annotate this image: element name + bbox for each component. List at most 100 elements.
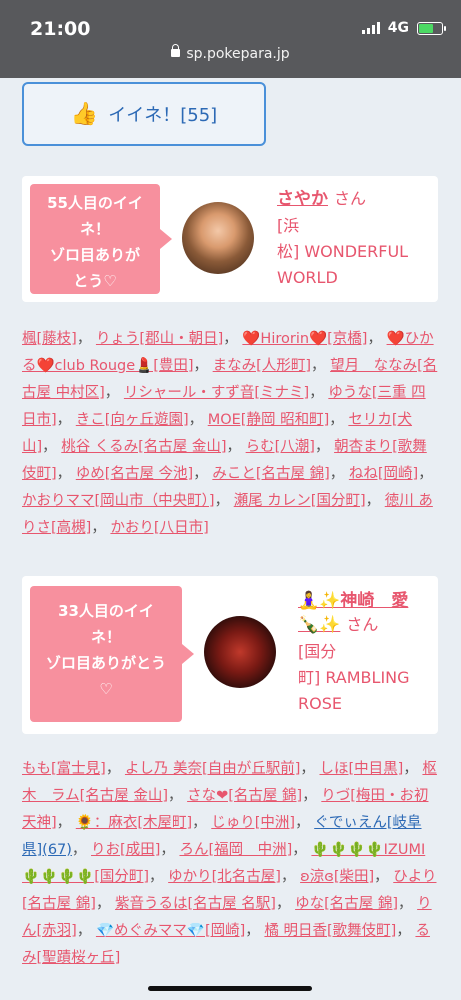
liker-link[interactable]: 🌻：麻衣[木屋町] bbox=[76, 815, 192, 831]
liker-link[interactable]: まなみ[人形町] bbox=[213, 358, 311, 374]
liker-link[interactable]: ゆかり[北名古屋] bbox=[168, 869, 281, 885]
honorific: さん bbox=[334, 189, 367, 208]
separator: ， bbox=[160, 842, 180, 858]
separator: ， bbox=[104, 385, 124, 401]
bubble-line: ゾロ目ありがとう bbox=[45, 654, 166, 672]
separator: ， bbox=[76, 331, 96, 347]
separator: ， bbox=[398, 896, 418, 912]
separator: ， bbox=[42, 439, 62, 455]
liker-link[interactable]: りお[成田] bbox=[91, 842, 160, 858]
bubble-line: ネ！ bbox=[90, 628, 121, 646]
thanks-bubble: 33人目のイイ ネ！ ゾロ目ありがとう ♡ bbox=[30, 586, 194, 722]
liker-link[interactable]: リシャール・すず音[ミナミ] bbox=[124, 385, 309, 401]
battery-icon bbox=[417, 21, 446, 35]
status-bar: 21:00 4G sp.pokepara.jp bbox=[0, 0, 461, 78]
status-icons: 4G bbox=[361, 20, 446, 36]
like-button[interactable]: 👍 イイネ！[55] bbox=[22, 82, 266, 146]
separator: ， bbox=[275, 896, 296, 912]
liker-link[interactable]: ʚ涼ɞ[柴田] bbox=[300, 869, 374, 885]
liker-link[interactable]: 💎めぐみママ💎[岡崎] bbox=[96, 923, 245, 939]
separator: ， bbox=[188, 412, 208, 428]
home-indicator[interactable] bbox=[148, 986, 312, 991]
like-card: 33人目のイイ ネ！ ゾロ目ありがとう ♡ 🧘‍♀️✨神崎 愛 🍾✨ さん [国分… bbox=[22, 576, 438, 734]
liker-link[interactable]: ねね[岡崎] bbox=[349, 466, 418, 482]
separator: ， bbox=[214, 493, 234, 509]
liker-link[interactable]: じゅり[中洲] bbox=[211, 815, 295, 831]
liker-link[interactable]: りょう[郡山・朝日] bbox=[96, 331, 223, 347]
page-content: 👍 イイネ！[55] 55人目のイイ ネ！ ゾロ目ありが とう♡ さやか さん [… bbox=[0, 78, 461, 1000]
like-card: 55人目のイイ ネ！ ゾロ目ありが とう♡ さやか さん [浜 松] WONDER… bbox=[22, 176, 438, 302]
liker-link[interactable]: よし乃 美奈[自由が丘駅前] bbox=[125, 761, 300, 777]
thumbs-up-icon: 👍 bbox=[70, 101, 99, 127]
separator: ， bbox=[95, 896, 116, 912]
liker-link[interactable]: らむ[八潮] bbox=[246, 439, 315, 455]
bubble-line: ♡ bbox=[99, 680, 113, 698]
separator: ， bbox=[223, 331, 243, 347]
liker-link[interactable]: きこ[向ヶ丘遊園] bbox=[76, 412, 189, 428]
separator: ， bbox=[168, 788, 188, 804]
liker-link[interactable]: しほ[中目黒] bbox=[319, 761, 403, 777]
status-time: 21:00 bbox=[30, 18, 91, 40]
avatar[interactable] bbox=[204, 616, 276, 688]
separator: ， bbox=[367, 331, 387, 347]
liker-link[interactable]: 楓[藤枝] bbox=[22, 331, 77, 347]
liker-link[interactable]: MOE[静岡 昭和町] bbox=[208, 412, 330, 428]
separator: ， bbox=[310, 358, 331, 374]
separator: ， bbox=[91, 520, 111, 536]
liker-link[interactable]: ゆな[名古屋 錦] bbox=[295, 896, 398, 912]
separator: ， bbox=[280, 869, 301, 885]
liker-link[interactable]: ❤️Hirorin❤️[京橋] bbox=[242, 331, 367, 347]
shop-line: 松] WONDERFUL bbox=[277, 242, 409, 261]
separator: ， bbox=[374, 869, 394, 885]
bubble-line: ネ！ bbox=[79, 220, 110, 238]
cast-info: さやか さん [浜 松] WONDERFUL WORLD bbox=[277, 184, 435, 291]
avatar[interactable] bbox=[182, 202, 254, 274]
separator: ， bbox=[149, 869, 169, 885]
separator: ， bbox=[314, 439, 335, 455]
liker-link[interactable]: 紫音うるは[名古屋 名駅] bbox=[115, 896, 276, 912]
url-bar[interactable]: sp.pokepara.jp bbox=[0, 44, 461, 62]
separator: ， bbox=[329, 466, 349, 482]
liker-link[interactable]: さな❤[名古屋 錦] bbox=[187, 788, 302, 804]
cast-info: 🧘‍♀️✨神崎 愛 🍾✨ さん [国分 町] RAMBLING ROSE bbox=[298, 586, 438, 717]
cast-name-link[interactable]: 🧘‍♀️✨神崎 愛 bbox=[298, 591, 408, 611]
liker-link[interactable]: 橘 明日香[歌舞伎町] bbox=[264, 923, 396, 939]
shop-line: ROSE bbox=[298, 694, 342, 713]
separator: ， bbox=[193, 358, 213, 374]
separator: ， bbox=[105, 761, 125, 777]
url-text: sp.pokepara.jp bbox=[186, 46, 290, 62]
shop-line: 町] RAMBLING bbox=[298, 668, 410, 687]
liker-link[interactable]: もも[富士見] bbox=[22, 761, 106, 777]
liker-link[interactable]: かおり[八日市] bbox=[110, 520, 208, 536]
like-button-label: イイネ！[55] bbox=[108, 105, 218, 126]
liker-link[interactable]: 瀬尾 カレン[国分町] bbox=[234, 493, 366, 509]
separator: ， bbox=[56, 815, 76, 831]
liker-link[interactable]: ろん[福岡 中洲] bbox=[179, 842, 292, 858]
shop-name: [浜 松] WONDERFUL WORLD bbox=[277, 213, 435, 291]
separator: ， bbox=[309, 385, 329, 401]
shop-line: [国分 bbox=[298, 642, 337, 661]
separator: ， bbox=[193, 466, 213, 482]
separator: ， bbox=[71, 842, 92, 858]
separator: ， bbox=[396, 923, 416, 939]
shop-line: [浜 bbox=[277, 216, 300, 235]
liker-link[interactable]: 桃谷 くるみ[名古屋 金山] bbox=[61, 439, 226, 455]
liker-link[interactable]: ゆめ[名古屋 今池] bbox=[76, 466, 193, 482]
liker-link[interactable]: みこと[名古屋 錦] bbox=[212, 466, 329, 482]
separator: ， bbox=[418, 466, 433, 482]
shop-line: WORLD bbox=[277, 268, 338, 287]
cast-name-link[interactable]: さやか bbox=[277, 189, 328, 209]
signal-icon bbox=[361, 22, 380, 34]
liker-link[interactable]: かおりママ[岡山市（中央町）] bbox=[22, 493, 215, 509]
thanks-bubble: 55人目のイイ ネ！ ゾロ目ありが とう♡ bbox=[30, 184, 172, 294]
separator: ， bbox=[56, 412, 76, 428]
liker-list: もも[富士見]， よし乃 美奈[自由が丘駅前]， しほ[中目黒]， 枢木 ラム[… bbox=[22, 756, 440, 972]
cast-name-link[interactable]: 🍾✨ bbox=[298, 615, 340, 635]
separator: ， bbox=[226, 439, 246, 455]
bubble-line: 55人目のイイ bbox=[47, 194, 143, 212]
separator: ， bbox=[76, 923, 96, 939]
liker-list: 楓[藤枝]， りょう[郡山・朝日]， ❤️Hirorin❤️[京橋]， ❤️ひか… bbox=[22, 326, 440, 542]
bubble-line: ゾロ目ありが bbox=[49, 246, 140, 264]
separator: ， bbox=[292, 842, 312, 858]
shop-name: [国分 町] RAMBLING ROSE bbox=[298, 639, 438, 717]
